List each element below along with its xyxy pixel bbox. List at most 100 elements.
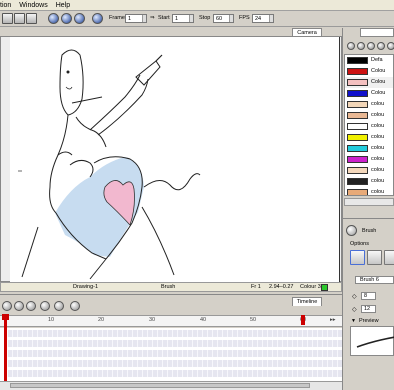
colour-name: colou: [371, 156, 385, 162]
status-frame: Fr 1: [251, 284, 261, 290]
colour-swatch-row[interactable]: colou: [345, 165, 393, 176]
colour-swatch-row[interactable]: colou: [345, 110, 393, 121]
edit-colour-icon[interactable]: [367, 42, 375, 50]
colour-name: colou: [371, 101, 385, 107]
colour-name: Colou: [371, 79, 386, 85]
remove-colour-icon[interactable]: [357, 42, 365, 50]
colour-swatch-row[interactable]: colou: [345, 176, 393, 187]
menu-item-help[interactable]: Help: [56, 2, 70, 9]
timeline-layer-row[interactable]: [8, 350, 342, 358]
colour-swatch-row[interactable]: colou: [345, 187, 393, 195]
timeline-layer-row[interactable]: [8, 360, 342, 368]
eyedropper-icon[interactable]: [377, 42, 385, 50]
options-label: Options: [350, 241, 369, 247]
status-coords: 2.94–0.27: [269, 284, 294, 290]
layer-properties-icon[interactable]: [26, 301, 36, 311]
ruler-label: 10: [48, 317, 55, 323]
colour-chip: [347, 57, 368, 64]
sound-icon[interactable]: [92, 13, 103, 24]
frame-label: Frame: [109, 15, 125, 21]
panel-divider: [343, 218, 394, 219]
brush-preset-select[interactable]: Brush 6: [355, 276, 394, 284]
palette-options-icon[interactable]: [387, 42, 394, 50]
toolbar: Frame 1 ⇒ Start 1 Stop 60 FPS 24: [0, 11, 394, 27]
camera-view[interactable]: [0, 36, 342, 282]
min-size-icon: ◇: [352, 294, 357, 300]
playhead[interactable]: [4, 315, 7, 381]
start-field[interactable]: 1: [172, 14, 194, 23]
character-drawing: [18, 49, 201, 280]
max-size-field[interactable]: 12: [361, 305, 376, 313]
colour-swatch-row[interactable]: Colou: [345, 66, 393, 77]
stop-field[interactable]: 60: [213, 14, 234, 23]
colour-toolbar: [344, 40, 394, 52]
timeline-layer-row[interactable]: [8, 370, 342, 378]
first-frame-icon[interactable]: [74, 13, 85, 24]
loop-icon[interactable]: [61, 13, 72, 24]
colour-swatch-row[interactable]: Colou: [345, 88, 393, 99]
smooth-mode-button[interactable]: [367, 250, 382, 265]
save-icon[interactable]: [14, 13, 25, 24]
arrow-icon: ⇒: [150, 15, 155, 21]
stop-label: Stop: [199, 15, 211, 21]
brush-preview: [350, 326, 394, 356]
colour-name: colou: [371, 178, 385, 184]
pencil-mode-button[interactable]: [384, 250, 394, 265]
new-scene-icon[interactable]: [2, 13, 13, 24]
colour-name: colou: [371, 189, 385, 195]
colour-name: Defa: [371, 57, 383, 63]
min-size-field[interactable]: 8: [361, 292, 376, 300]
add-colour-icon[interactable]: [347, 42, 355, 50]
colour-list-scrollbar[interactable]: [344, 198, 394, 206]
remove-layer-icon[interactable]: [14, 301, 24, 311]
onion-skin-icon[interactable]: [40, 301, 50, 311]
ruler-label: 40: [200, 317, 207, 323]
status-tool: Brush: [161, 284, 176, 290]
colour-chip: [347, 123, 368, 130]
menu-item-file-partial[interactable]: tion: [0, 2, 11, 9]
frame-field[interactable]: 1: [125, 14, 147, 23]
colour-chip: [347, 90, 368, 97]
timeline-options-icon[interactable]: [70, 301, 80, 311]
colour-swatch-row[interactable]: colou: [345, 154, 393, 165]
colour-swatch-row[interactable]: Colou: [345, 77, 393, 88]
playhead-handle[interactable]: [2, 314, 9, 320]
tab-timeline[interactable]: Timeline: [292, 297, 322, 306]
timeline-layer-row[interactable]: [8, 330, 342, 338]
brush-tool-icon: [346, 225, 357, 236]
fps-field[interactable]: 24: [252, 14, 274, 23]
timeline-ruler[interactable]: 10 20 30 40 50 60 ▸▸: [0, 315, 342, 327]
ruler-label: 50: [250, 317, 257, 323]
stop-frame-marker[interactable]: [301, 315, 305, 325]
colour-swatch-row[interactable]: Defa: [345, 55, 393, 66]
colour-name: Colou: [371, 90, 386, 96]
timeline-scroll-thumb[interactable]: [10, 383, 310, 388]
ruler-label: 30: [149, 317, 156, 323]
drawing-canvas[interactable]: [10, 37, 340, 282]
status-drawing: Drawing-1: [73, 284, 99, 290]
preview-toggle-icon[interactable]: ▼: [351, 318, 356, 324]
brush-mode-button[interactable]: [350, 250, 365, 265]
colour-chip: [347, 178, 368, 185]
tab-colour[interactable]: [360, 28, 394, 37]
menu-bar: tion Windows Help: [0, 0, 394, 11]
brush-stroke-preview: [356, 336, 394, 348]
colour-name: colou: [371, 167, 385, 173]
timeline-layer-row[interactable]: [8, 340, 342, 348]
colour-swatch-row[interactable]: colou: [345, 121, 393, 132]
end-arrow-icon[interactable]: ▸▸: [330, 317, 336, 323]
camera-status-bar: Drawing-1 Brush Fr 1 2.94–0.27 Colour 3: [0, 282, 342, 292]
menu-item-windows[interactable]: Windows: [19, 2, 47, 9]
add-layer-icon[interactable]: [2, 301, 12, 311]
undo-icon[interactable]: [26, 13, 37, 24]
colour-name: colou: [371, 145, 385, 151]
colour-name: Colou: [371, 68, 386, 74]
add-drawing-icon[interactable]: [54, 301, 64, 311]
colour-swatch-row[interactable]: colou: [345, 99, 393, 110]
colour-list: Defa Colou Colou Colou colou colou colou colou c…: [344, 54, 394, 196]
colour-swatch-row[interactable]: colou: [345, 143, 393, 154]
colour-chip: [347, 101, 368, 108]
timeline-grid[interactable]: [0, 328, 342, 381]
play-icon[interactable]: [48, 13, 59, 24]
colour-swatch-row[interactable]: colou: [345, 132, 393, 143]
